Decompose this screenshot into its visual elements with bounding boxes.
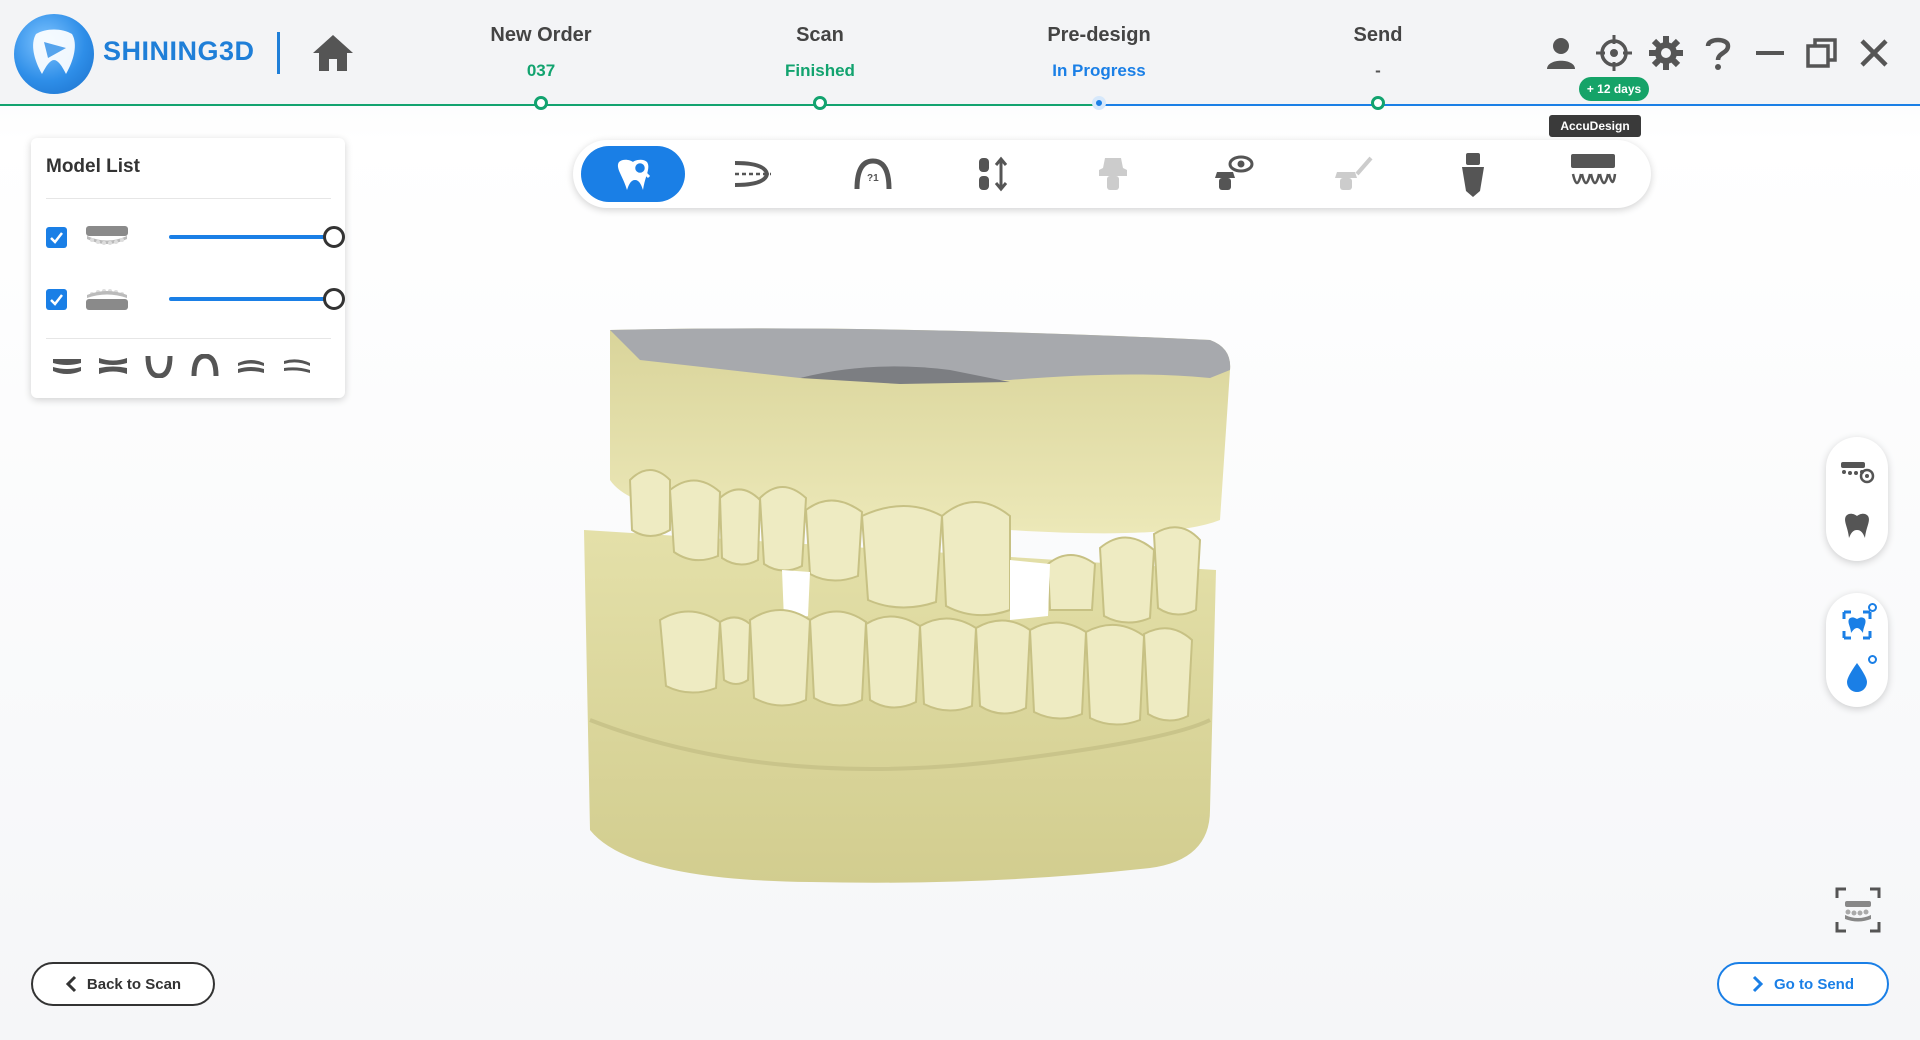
implant-icon[interactable] <box>1421 146 1525 202</box>
step-scan[interactable]: Scan Finished <box>700 24 940 81</box>
step-new-order[interactable]: New Order 037 <box>421 24 661 81</box>
back-to-scan-label: Back to Scan <box>86 975 182 993</box>
upper-jaw-checkbox[interactable] <box>46 227 67 248</box>
abutment-icon[interactable] <box>1061 146 1165 202</box>
crosshair-icon[interactable] <box>1594 33 1634 73</box>
tooth-analysis-icon[interactable] <box>581 146 685 202</box>
step-status: In Progress <box>1052 61 1146 80</box>
home-icon[interactable] <box>309 29 357 77</box>
svg-text:?1: ?1 <box>867 173 879 184</box>
lower-jaw-checkbox[interactable] <box>46 289 67 310</box>
help-icon[interactable] <box>1698 33 1738 73</box>
step-send[interactable]: Send - <box>1258 24 1498 81</box>
view-check-icon[interactable] <box>1181 146 1285 202</box>
step-dot-new-order <box>534 96 548 110</box>
lower-jaw-opacity-slider[interactable] <box>169 297 331 301</box>
right-tools-group-2 <box>1826 593 1888 707</box>
step-label: New Order <box>490 24 592 46</box>
tooth-icon[interactable] <box>1837 505 1877 545</box>
upper-jaw-opacity-slider[interactable] <box>169 235 331 239</box>
model-list-title: Model List <box>46 156 140 177</box>
step-label: Send <box>1353 24 1403 46</box>
margin-line-icon[interactable]: ?1 <box>821 146 925 202</box>
bite-registration-icon[interactable] <box>1837 453 1877 493</box>
upper-arch-icon[interactable] <box>187 351 223 381</box>
lower-jaw-thumbnail-icon <box>84 285 130 318</box>
step-label: Pre-design <box>1047 24 1151 46</box>
divider <box>46 198 331 199</box>
upper-jaw-opacity-knob[interactable] <box>323 226 345 248</box>
brand-separator <box>277 32 280 74</box>
right-view-icon[interactable] <box>279 351 315 381</box>
step-label: Scan <box>796 24 844 46</box>
chevron-right-icon <box>1752 975 1764 993</box>
model-list-panel: Model List <box>31 138 345 398</box>
divider <box>46 338 331 339</box>
lower-arch-icon[interactable] <box>141 351 177 381</box>
progress-line <box>0 104 1920 106</box>
back-to-scan-button[interactable]: Back to Scan <box>31 962 215 1006</box>
shining3d-logo <box>14 14 94 94</box>
trial-days-badge: + 12 days <box>1579 77 1649 101</box>
left-view-icon[interactable] <box>233 351 269 381</box>
accudesign-icon[interactable] <box>1541 146 1645 202</box>
gear-icon[interactable] <box>1646 33 1686 73</box>
both-view-icon[interactable] <box>95 351 131 381</box>
sculpt-icon[interactable] <box>1301 146 1405 202</box>
model-row-lower <box>46 279 345 319</box>
chevron-left-icon <box>65 975 76 993</box>
restore-icon[interactable] <box>1802 33 1842 73</box>
step-status: Finished <box>785 61 855 80</box>
upper-jaw-thumbnail-icon <box>84 223 130 256</box>
accudesign-tooltip: AccuDesign <box>1549 115 1641 137</box>
step-status: - <box>1375 61 1381 80</box>
upper-view-icon[interactable] <box>49 351 85 381</box>
close-icon[interactable] <box>1854 33 1894 73</box>
step-dot-send <box>1371 96 1385 110</box>
lower-jaw-opacity-knob[interactable] <box>323 288 345 310</box>
right-tools-group-1 <box>1826 437 1888 561</box>
fit-view-icon[interactable] <box>1834 886 1882 934</box>
title-bar: SHINING3D New Order 037 Scan Finished Pr… <box>0 0 1920 137</box>
minimize-icon[interactable] <box>1750 33 1790 73</box>
indicator-dot <box>1868 603 1877 612</box>
design-toolbar: ?1 <box>573 140 1651 208</box>
go-to-send-label: Go to Send <box>1774 975 1854 993</box>
indicator-dot <box>1868 655 1877 664</box>
go-to-send-button[interactable]: Go to Send <box>1717 962 1889 1006</box>
brand-name: SHINING3D <box>103 36 255 66</box>
step-pre-design[interactable]: Pre-design In Progress <box>979 24 1219 81</box>
trim-icon[interactable] <box>701 146 805 202</box>
user-icon[interactable] <box>1541 33 1581 73</box>
3d-model-viewport[interactable] <box>570 320 1390 900</box>
step-dot-scan <box>813 96 827 110</box>
model-row-upper <box>46 217 345 257</box>
occlusion-icon[interactable] <box>941 146 1045 202</box>
step-status: 037 <box>526 61 556 80</box>
step-dot-pre-design <box>1092 96 1106 110</box>
